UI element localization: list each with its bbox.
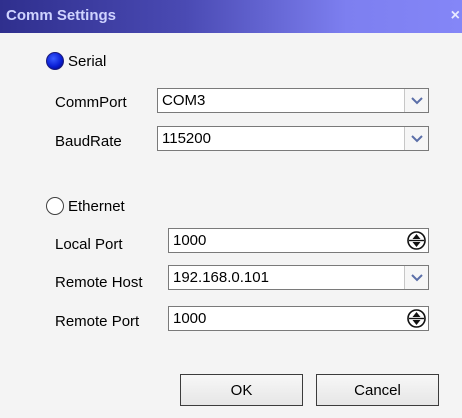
local-port-spinbox[interactable]: 1000 (168, 228, 429, 253)
remote-port-label: Remote Port (55, 313, 140, 330)
local-port-value: 1000 (173, 232, 207, 249)
commport-value: COM3 (162, 92, 206, 109)
chevron-down-icon (411, 274, 423, 282)
serial-radio-indicator[interactable] (46, 52, 64, 70)
baudrate-select[interactable]: 115200 (157, 126, 429, 151)
remote-host-select[interactable]: 192.168.0.101 (168, 265, 429, 290)
window-title: Comm Settings (6, 7, 117, 24)
commport-label: CommPort (55, 94, 127, 111)
serial-radio[interactable]: Serial (46, 51, 106, 71)
remote-port-value: 1000 (173, 310, 207, 327)
spin-updown-icon[interactable] (407, 231, 426, 250)
chevron-down-icon (411, 97, 423, 105)
ok-button[interactable]: OK (180, 374, 303, 406)
ethernet-radio-indicator[interactable] (46, 197, 64, 215)
local-port-label: Local Port (55, 236, 123, 253)
remote-host-value: 192.168.0.101 (173, 269, 269, 286)
ethernet-radio-label: Ethernet (68, 197, 125, 215)
serial-radio-label: Serial (68, 52, 107, 70)
close-icon[interactable]: × (451, 7, 460, 25)
baudrate-dropdown-button[interactable] (404, 127, 428, 150)
ethernet-radio[interactable]: Ethernet (46, 196, 125, 216)
title-bar[interactable]: Comm Settings × (0, 0, 462, 33)
baudrate-label: BaudRate (55, 133, 122, 150)
remote-host-label: Remote Host (55, 274, 143, 291)
chevron-down-icon (411, 135, 423, 143)
spin-updown-icon[interactable] (407, 309, 426, 328)
remote-port-spinbox[interactable]: 1000 (168, 306, 429, 331)
remote-host-dropdown-button[interactable] (404, 266, 428, 289)
cancel-button[interactable]: Cancel (316, 374, 439, 406)
commport-dropdown-button[interactable] (404, 89, 428, 112)
commport-select[interactable]: COM3 (157, 88, 429, 113)
baudrate-value: 115200 (162, 130, 211, 147)
